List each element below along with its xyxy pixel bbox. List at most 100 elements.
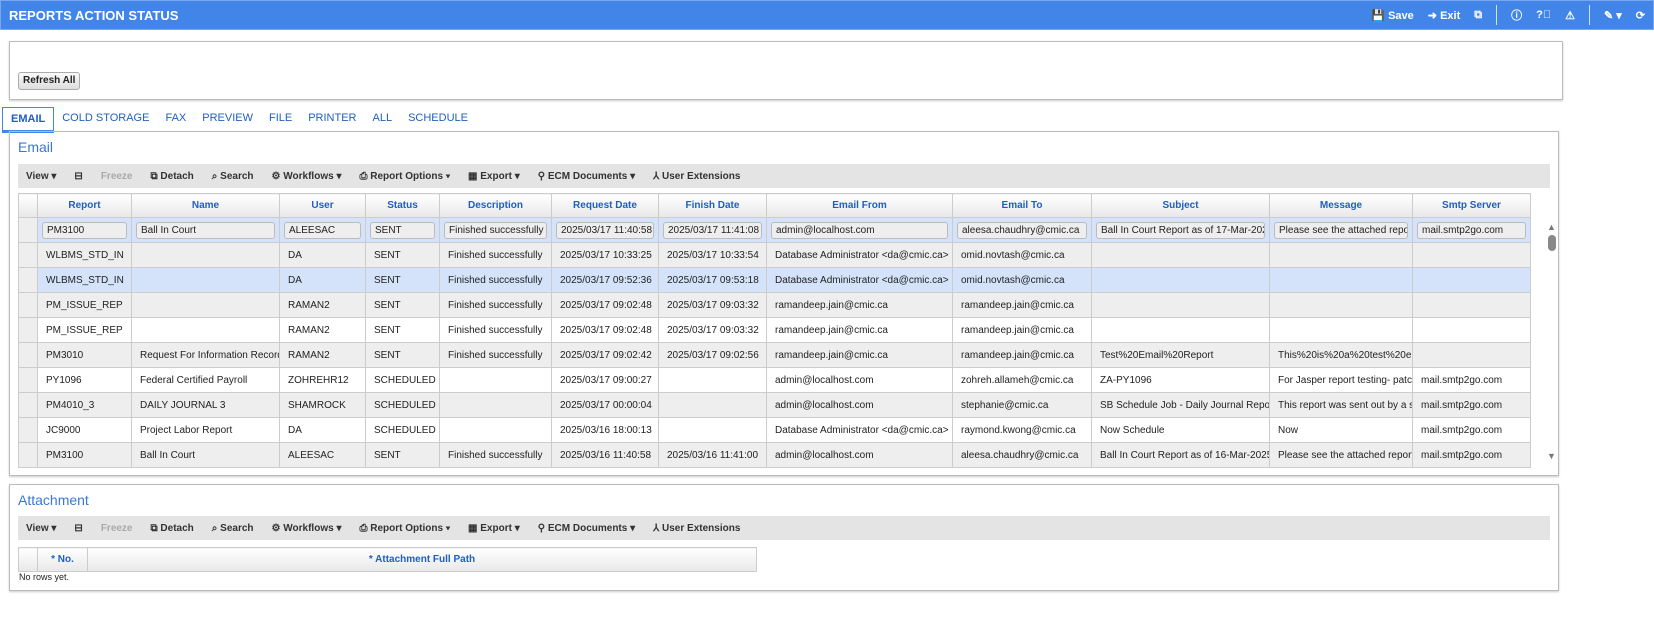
cell-input[interactable]: 2025/03/17 11:41:08 bbox=[663, 221, 762, 239]
tab-printer[interactable]: PRINTER bbox=[300, 107, 364, 133]
report-options-menu[interactable]: ⎙ Report Options ▾ bbox=[359, 171, 450, 182]
table-cell[interactable]: Please see the attached report bbox=[1269, 217, 1413, 243]
scroll-down-icon[interactable]: ▼ bbox=[1547, 451, 1557, 461]
report-options-menu[interactable]: ⎙ Report Options ▾ bbox=[359, 523, 450, 534]
tab-preview[interactable]: PREVIEW bbox=[194, 107, 261, 133]
table-row[interactable]: WLBMS_STD_IN DA SENT Finished successfully 2… bbox=[18, 242, 1531, 268]
column-header[interactable]: Message bbox=[1269, 193, 1413, 218]
tab-all[interactable]: ALL bbox=[365, 107, 401, 133]
table-cell[interactable]: ALEESAC bbox=[279, 217, 366, 243]
cell-input[interactable]: PM3100 bbox=[42, 221, 127, 239]
windows-icon[interactable]: ⧉ bbox=[1474, 9, 1482, 22]
row-selector[interactable] bbox=[18, 317, 38, 343]
table-row[interactable]: PM_ISSUE_REP RAMAN2 SENT Finished successfu… bbox=[18, 292, 1531, 318]
table-cell[interactable]: mail.smtp2go.com bbox=[1412, 217, 1531, 243]
ecm-documents-menu[interactable]: ⚲ ECM Documents ▾ bbox=[538, 523, 635, 534]
table-row[interactable]: PM3100 Ball In Court ALEESAC SENT Finished s… bbox=[18, 442, 1531, 468]
view-menu[interactable]: View ▾ bbox=[26, 171, 56, 182]
column-header[interactable]: Subject bbox=[1091, 193, 1270, 218]
tab-fax[interactable]: FAX bbox=[157, 107, 194, 133]
view-menu[interactable]: View ▾ bbox=[26, 523, 56, 534]
table-cell[interactable]: 2025/03/17 11:40:58 bbox=[551, 217, 659, 243]
column-header[interactable]: User bbox=[279, 193, 366, 218]
workflows-menu[interactable]: ⚙ Workflows ▾ bbox=[272, 171, 342, 182]
cell-input[interactable]: admin@localhost.com bbox=[771, 221, 948, 239]
refresh-all-button[interactable]: Refresh All bbox=[18, 72, 81, 90]
row-selector[interactable] bbox=[18, 242, 38, 268]
row-selector[interactable] bbox=[18, 217, 38, 243]
ecm-documents-menu[interactable]: ⚲ ECM Documents ▾ bbox=[538, 171, 635, 182]
user-extensions-button[interactable]: ⅄ User Extensions bbox=[653, 523, 740, 534]
warning-icon[interactable]: ⚠ bbox=[1565, 9, 1575, 22]
tab-file[interactable]: FILE bbox=[261, 107, 300, 133]
cell-input[interactable]: 2025/03/17 11:40:58 bbox=[556, 221, 654, 239]
column-header[interactable]: Description bbox=[439, 193, 552, 218]
vertical-scrollbar[interactable]: ▲ ▼ bbox=[1547, 222, 1557, 461]
table-cell[interactable]: SENT bbox=[365, 217, 440, 243]
table-cell[interactable]: 2025/03/17 11:41:08 bbox=[658, 217, 767, 243]
cell-input[interactable]: Ball In Court Report as of 17-Mar-2025 bbox=[1096, 221, 1265, 239]
refresh-icon[interactable]: ⟳ bbox=[1636, 9, 1645, 22]
row-selector[interactable] bbox=[18, 292, 38, 318]
column-header[interactable]: * No. bbox=[37, 547, 88, 572]
tab-schedule[interactable]: SCHEDULE bbox=[400, 107, 476, 133]
cell-input[interactable]: SENT bbox=[370, 221, 435, 239]
save-button[interactable]: 💾 Save bbox=[1371, 9, 1413, 22]
scroll-thumb[interactable] bbox=[1548, 235, 1556, 251]
cell-input[interactable]: aleesa.chaudhry@cmic.ca bbox=[957, 221, 1087, 239]
row-selector[interactable] bbox=[18, 267, 38, 293]
export-menu[interactable]: ▦ Export ▾ bbox=[468, 171, 520, 182]
row-selector[interactable] bbox=[18, 392, 38, 418]
workflows-menu[interactable]: ⚙ Workflows ▾ bbox=[272, 523, 342, 534]
column-header[interactable]: * Attachment Full Path bbox=[87, 547, 757, 572]
column-header[interactable]: Name bbox=[131, 193, 280, 218]
table-row[interactable]: PY1096 Federal Certified Payroll ZOHREHR12… bbox=[18, 367, 1531, 393]
tab-email[interactable]: EMAIL bbox=[2, 107, 55, 133]
table-row[interactable]: PM3100 Ball In Court ALEESAC SENT Finished s… bbox=[18, 217, 1531, 243]
cell-input[interactable]: mail.smtp2go.com bbox=[1417, 221, 1526, 239]
table-row[interactable]: JC9000 Project Labor Report DA SCHEDULED 202… bbox=[18, 417, 1531, 443]
export-menu[interactable]: ▦ Export ▾ bbox=[468, 523, 520, 534]
detach-button[interactable]: ⧉ Detach bbox=[151, 171, 194, 182]
info-icon[interactable]: ⓘ bbox=[1511, 7, 1522, 23]
freeze-button: Freeze bbox=[101, 523, 133, 534]
table-cell: Finished successfully bbox=[439, 317, 552, 343]
column-icon[interactable]: ⊟ bbox=[74, 171, 82, 182]
table-cell[interactable]: admin@localhost.com bbox=[766, 217, 953, 243]
edit-icon[interactable]: ✎ ▾ bbox=[1604, 9, 1622, 22]
column-icon[interactable]: ⊟ bbox=[74, 523, 82, 534]
row-selector[interactable] bbox=[18, 367, 38, 393]
table-cell[interactable]: Finished successfully bbox=[439, 217, 552, 243]
cell-input[interactable]: Finished successfully bbox=[444, 221, 547, 239]
column-header[interactable]: Email From bbox=[766, 193, 953, 218]
cell-input[interactable]: Ball In Court bbox=[136, 221, 275, 239]
column-header[interactable]: Finish Date bbox=[658, 193, 767, 218]
tab-cold-storage[interactable]: COLD STORAGE bbox=[54, 107, 157, 133]
help-icon[interactable]: ?⃝ bbox=[1536, 9, 1551, 21]
table-cell: mail.smtp2go.com bbox=[1412, 392, 1531, 418]
detach-button[interactable]: ⧉ Detach bbox=[151, 523, 194, 534]
column-header[interactable]: Email To bbox=[952, 193, 1092, 218]
column-header[interactable]: Request Date bbox=[551, 193, 659, 218]
row-selector[interactable] bbox=[18, 442, 38, 468]
table-row[interactable]: PM3010 Request For Information Record RAMA… bbox=[18, 342, 1531, 368]
column-header[interactable]: Report bbox=[37, 193, 132, 218]
column-header[interactable]: Smtp Server bbox=[1412, 193, 1531, 218]
search-button[interactable]: ⌕ Search bbox=[212, 171, 254, 182]
search-button[interactable]: ⌕ Search bbox=[212, 523, 254, 534]
scroll-up-icon[interactable]: ▲ bbox=[1547, 222, 1557, 232]
table-row[interactable]: WLBMS_STD_IN DA SENT Finished successfully 2… bbox=[18, 267, 1531, 293]
table-cell[interactable]: Ball In Court Report as of 17-Mar-2025 bbox=[1091, 217, 1270, 243]
cell-input[interactable]: Please see the attached report bbox=[1274, 221, 1408, 239]
table-cell[interactable]: Ball In Court bbox=[131, 217, 280, 243]
cell-input[interactable]: ALEESAC bbox=[284, 221, 361, 239]
table-row[interactable]: PM_ISSUE_REP RAMAN2 SENT Finished successfu… bbox=[18, 317, 1531, 343]
row-selector[interactable] bbox=[18, 342, 38, 368]
column-header[interactable]: Status bbox=[365, 193, 440, 218]
table-cell[interactable]: aleesa.chaudhry@cmic.ca bbox=[952, 217, 1092, 243]
row-selector[interactable] bbox=[18, 417, 38, 443]
user-extensions-button[interactable]: ⅄ User Extensions bbox=[653, 171, 740, 182]
table-row[interactable]: PM4010_3 DAILY JOURNAL 3 SHAMROCK SCHEDULED… bbox=[18, 392, 1531, 418]
exit-button[interactable]: ➜ Exit bbox=[1428, 9, 1460, 22]
table-cell[interactable]: PM3100 bbox=[37, 217, 132, 243]
